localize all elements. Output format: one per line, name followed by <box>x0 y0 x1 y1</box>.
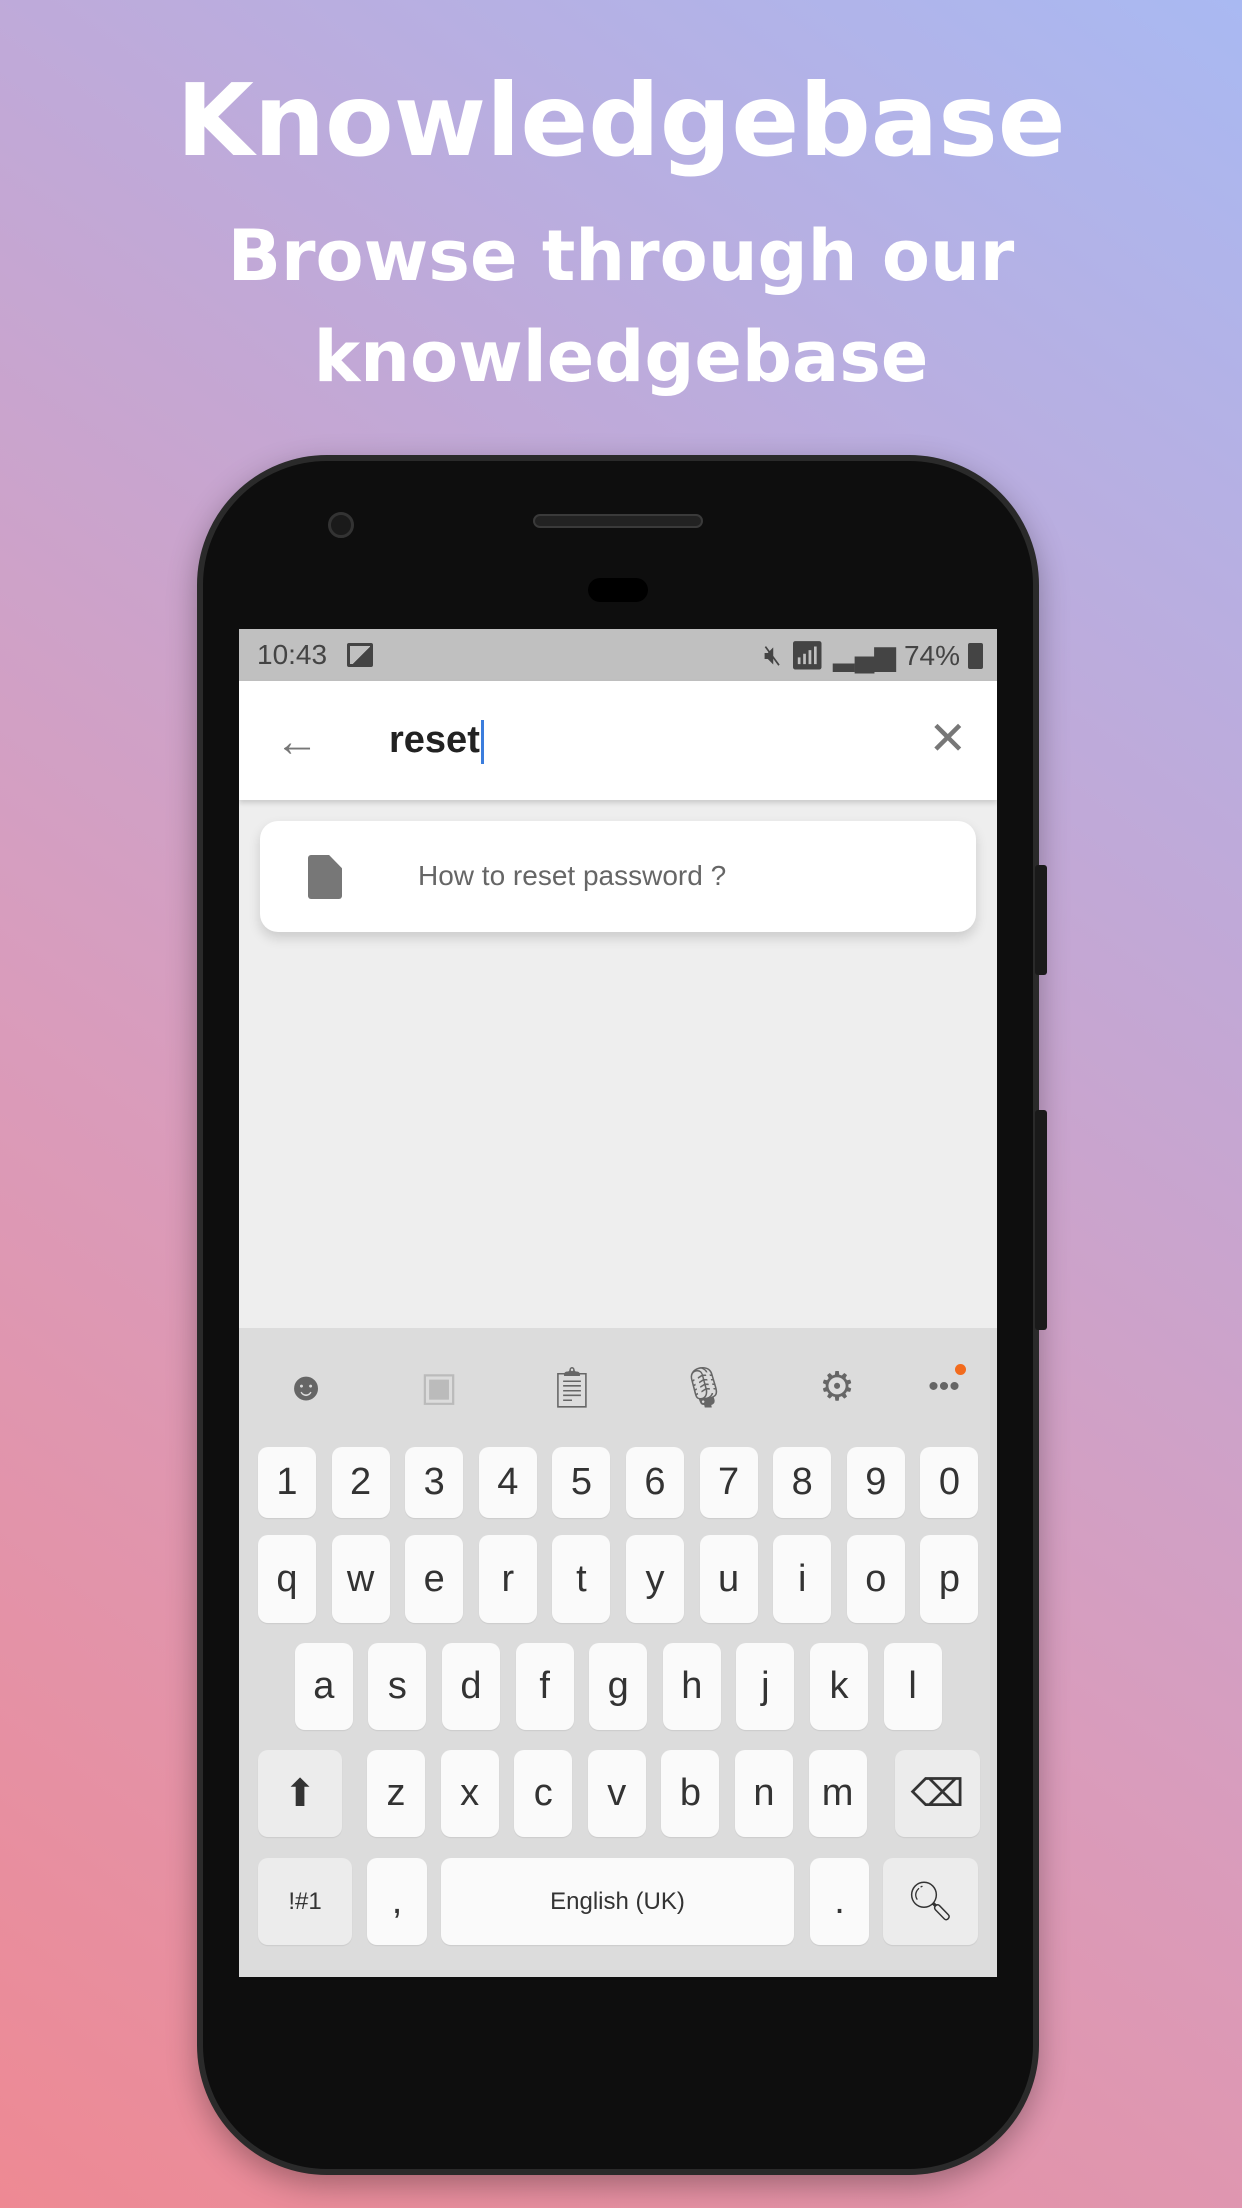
arrow-left-icon[interactable]: ← <box>275 717 319 767</box>
close-icon[interactable]: ✕ <box>928 711 967 765</box>
key-l[interactable]: l <box>883 1643 942 1730</box>
key-5[interactable]: 5 <box>552 1447 611 1518</box>
key-i[interactable]: i <box>773 1535 832 1623</box>
front-camera <box>328 512 354 538</box>
key-x[interactable]: x <box>440 1750 499 1837</box>
earpiece-speaker <box>533 514 703 528</box>
period-key[interactable]: . <box>810 1858 869 1945</box>
signal-icon: ▂▄▆ <box>833 640 896 671</box>
key-q[interactable]: q <box>258 1535 316 1623</box>
key-j[interactable]: j <box>736 1643 795 1730</box>
comma-key[interactable]: , <box>367 1858 427 1945</box>
key-2[interactable]: 2 <box>331 1447 390 1518</box>
key-v[interactable]: v <box>587 1750 646 1837</box>
search-query-text: reset <box>389 719 480 761</box>
document-icon <box>308 855 342 899</box>
power-button <box>1035 1110 1047 1330</box>
key-b[interactable]: b <box>661 1750 720 1837</box>
key-p[interactable]: p <box>920 1535 979 1623</box>
text-cursor <box>480 719 484 764</box>
key-e[interactable]: e <box>405 1535 464 1623</box>
image-icon <box>347 643 373 667</box>
search-input[interactable]: reset <box>389 719 484 764</box>
notification-dot <box>955 1364 966 1375</box>
sensor <box>588 578 648 602</box>
search-key[interactable]: 🔍︎ <box>883 1858 978 1945</box>
screen: 10:43 🔇︎ 📶︎ ▂▄▆ 74% ← reset ✕ How to res… <box>239 629 997 1977</box>
key-1[interactable]: 1 <box>258 1447 316 1518</box>
key-k[interactable]: k <box>810 1643 868 1730</box>
microphone-icon[interactable]: 🎙︎ <box>679 1362 730 1412</box>
key-s[interactable]: s <box>368 1643 427 1730</box>
key-o[interactable]: o <box>846 1535 905 1623</box>
backspace-key[interactable]: ⌫ <box>895 1750 980 1837</box>
battery-icon <box>968 642 983 669</box>
key-g[interactable]: g <box>589 1643 648 1730</box>
settings-icon[interactable]: ⚙ <box>812 1362 862 1412</box>
volume-button <box>1035 865 1047 975</box>
key-3[interactable]: 3 <box>405 1447 464 1518</box>
key-z[interactable]: z <box>367 1750 425 1837</box>
key-w[interactable]: w <box>331 1535 390 1623</box>
status-time: 10:43 <box>257 639 328 670</box>
symbols-key[interactable]: !#1 <box>258 1858 352 1945</box>
promo-subtitle-line2: knowledgebase <box>313 316 929 398</box>
promo-title: Knowledgebase <box>176 62 1066 179</box>
promo-subtitle-line1: Browse through our <box>227 215 1015 297</box>
keyboard: ☻ ▣ 📋︎ 🎙︎ ⚙ ••• 1234567890qwertyuiopasdf… <box>239 1328 997 1977</box>
key-y[interactable]: y <box>626 1535 684 1623</box>
key-n[interactable]: n <box>735 1750 793 1837</box>
key-c[interactable]: c <box>514 1750 573 1837</box>
space-key[interactable]: English (UK) <box>441 1858 794 1945</box>
wifi-icon: 📶︎ <box>789 640 826 671</box>
backspace-icon: ⌫ <box>910 1773 965 1815</box>
key-f[interactable]: f <box>515 1643 574 1730</box>
key-d[interactable]: d <box>442 1643 500 1730</box>
status-bar: 10:43 🔇︎ 📶︎ ▂▄▆ 74% <box>239 629 997 681</box>
key-0[interactable]: 0 <box>920 1447 979 1518</box>
key-m[interactable]: m <box>808 1750 867 1837</box>
key-u[interactable]: u <box>699 1535 758 1623</box>
key-h[interactable]: h <box>662 1643 721 1730</box>
clipboard-icon[interactable]: 📋︎ <box>547 1362 598 1412</box>
search-icon: 🔍︎ <box>906 1880 955 1923</box>
key-6[interactable]: 6 <box>626 1447 684 1518</box>
shift-icon: ⬆ <box>284 1773 316 1815</box>
search-header: ← reset ✕ <box>239 681 997 800</box>
emoji-icon[interactable]: ☻ <box>281 1362 331 1412</box>
key-8[interactable]: 8 <box>773 1447 832 1518</box>
key-4[interactable]: 4 <box>478 1447 537 1518</box>
key-r[interactable]: r <box>478 1535 537 1623</box>
key-a[interactable]: a <box>294 1643 353 1730</box>
battery-text: 74% <box>903 639 960 671</box>
key-t[interactable]: t <box>552 1535 611 1623</box>
key-9[interactable]: 9 <box>846 1447 905 1518</box>
result-title: How to reset password ? <box>418 860 727 891</box>
shift-key[interactable]: ⬆ <box>258 1750 342 1837</box>
search-result-item[interactable]: How to reset password ? <box>260 821 976 932</box>
sticker-icon[interactable]: ▣ <box>414 1362 464 1412</box>
mute-icon: 🔇︎ <box>763 639 782 670</box>
key-7[interactable]: 7 <box>699 1447 758 1518</box>
